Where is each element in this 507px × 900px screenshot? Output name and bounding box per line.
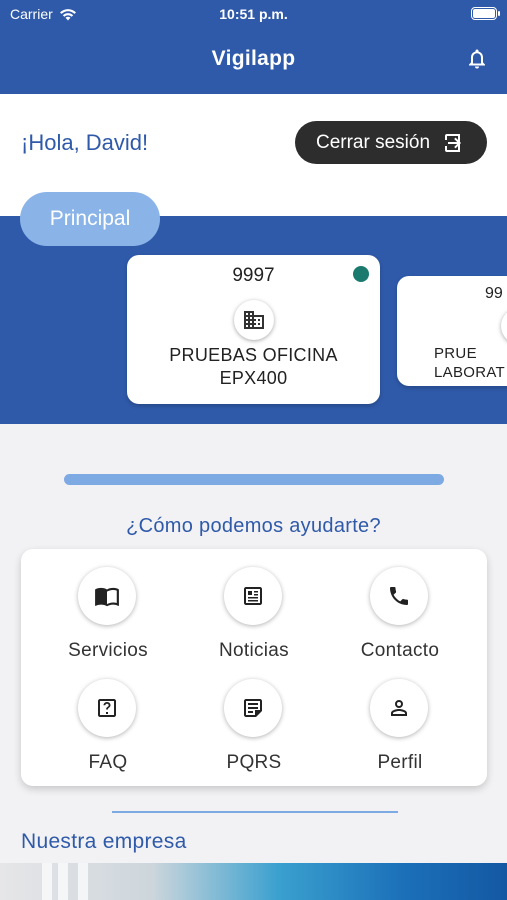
site-code: 99 [485, 285, 503, 302]
battery-icon [471, 7, 500, 20]
logout-label: Cerrar sesión [315, 131, 431, 153]
book-icon [78, 567, 136, 625]
progress-bar [64, 474, 444, 485]
menu-item-noticias[interactable]: Noticias [181, 551, 327, 661]
site-card[interactable]: 99 PRUE LABORAT [397, 276, 507, 386]
menu-label: Servicios [68, 640, 148, 661]
app-title: Vigilapp [211, 47, 296, 70]
menu-label: PQRS [226, 752, 282, 773]
section-divider [112, 811, 398, 813]
banner-window [78, 863, 88, 900]
menu-item-faq[interactable]: FAQ [35, 663, 181, 773]
site-card[interactable]: 9997 PRUEBAS OFICINA EPX400 [127, 255, 380, 404]
bell-icon[interactable] [465, 47, 489, 71]
app-header: Carrier 10:51 p.m. Vigilapp [0, 0, 507, 94]
status-dot [353, 266, 369, 282]
site-code: 9997 [232, 265, 275, 286]
menu-item-perfil[interactable]: Perfil [327, 663, 473, 773]
logout-button[interactable]: Cerrar sesión [295, 121, 487, 164]
news-icon [224, 567, 282, 625]
site-name: PRUE LABORAT [434, 345, 506, 381]
site-carousel: 9997 PRUEBAS OFICINA EPX400 99 PRUE LABORA… [0, 216, 507, 424]
menu-label: Contacto [360, 640, 440, 661]
home-icon [501, 308, 507, 344]
menu-item-servicios[interactable]: Servicios [35, 551, 181, 661]
logout-icon [445, 133, 462, 152]
status-bar: Carrier 10:51 p.m. [0, 0, 507, 28]
menu-label: Noticias [219, 640, 289, 661]
building-icon [233, 300, 274, 340]
banner-window [58, 863, 68, 900]
phone-icon [370, 567, 428, 625]
clock: 10:51 p.m. [219, 6, 288, 22]
menu-label: FAQ [88, 752, 128, 773]
question-icon [78, 679, 136, 737]
app-screen: Carrier 10:51 p.m. Vigilapp ¡Hola, David… [0, 0, 507, 900]
banner-window [42, 863, 52, 900]
note-icon [224, 679, 282, 737]
site-name: PRUEBAS OFICINA EPX400 [169, 345, 338, 388]
menu-item-contacto[interactable]: Contacto [327, 551, 473, 661]
menu-item-pqrs[interactable]: PQRS [181, 663, 327, 773]
company-heading: Nuestra empresa [21, 830, 187, 853]
company-banner-image [0, 863, 507, 900]
menu-label: Perfil [377, 752, 423, 773]
person-icon [370, 679, 428, 737]
tab-principal[interactable]: Principal [20, 192, 160, 246]
help-heading: ¿Cómo podemos ayudarte? [126, 515, 381, 537]
services-menu: Servicios Noticias Contacto FAQ PQRS Per… [21, 549, 487, 786]
greeting-text: ¡Hola, David! [21, 130, 149, 155]
